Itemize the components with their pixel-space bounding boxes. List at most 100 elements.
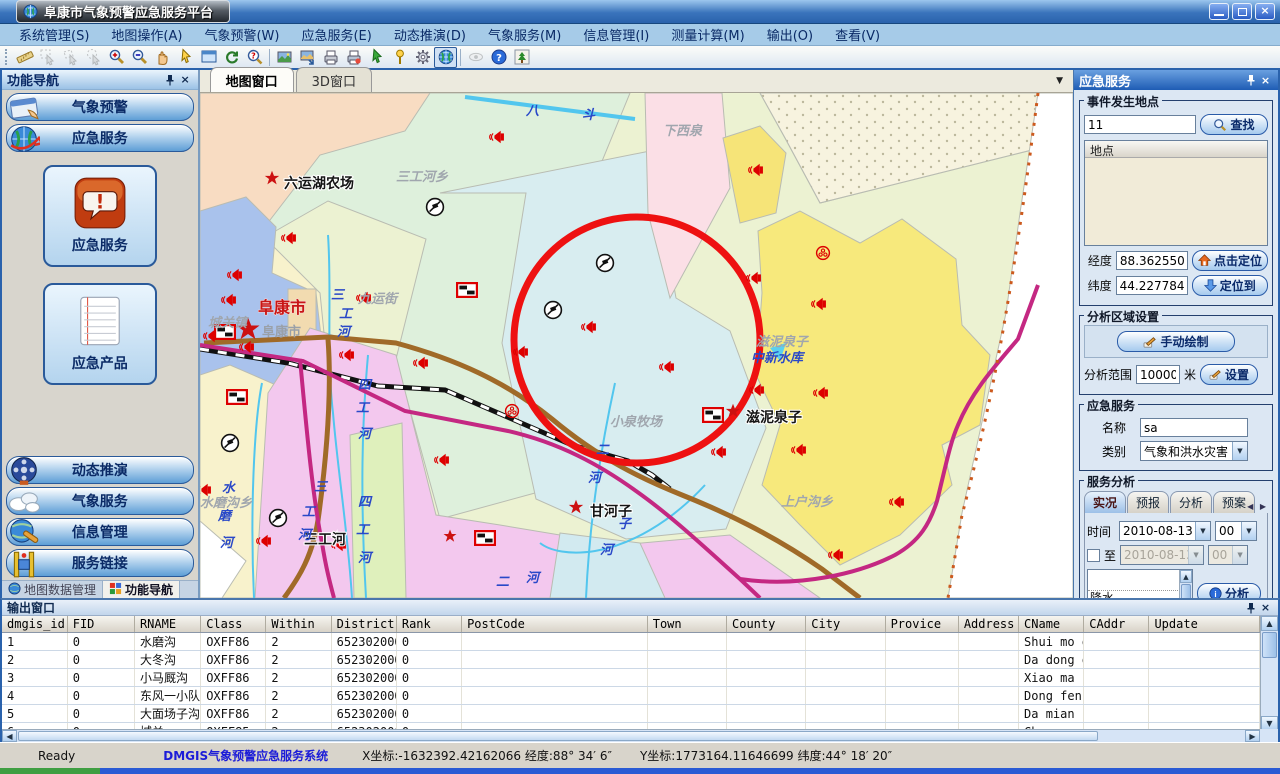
scroll-right-icon[interactable]: ▶ <box>1245 730 1260 742</box>
facility-icon[interactable] <box>544 302 561 319</box>
full-extent-icon[interactable] <box>197 47 220 68</box>
column-header-FID[interactable]: FID <box>67 616 134 633</box>
green-pointer-icon[interactable] <box>365 47 388 68</box>
menu-item-8[interactable]: 输出(O) <box>756 23 824 46</box>
table-vertical-scrollbar[interactable]: ▲ ▼ <box>1260 616 1278 731</box>
column-header-Within[interactable]: Within <box>266 616 331 633</box>
menu-item-7[interactable]: 测量计算(M) <box>660 23 755 46</box>
pin-icon[interactable] <box>1243 73 1258 87</box>
table-row[interactable]: 50大面场子沟OXFF8626523020000Da mian ... <box>2 705 1260 723</box>
dropdown-arrow-icon[interactable]: ▼ <box>1195 522 1210 540</box>
analysis-tab-1[interactable]: 预报 <box>1127 491 1169 513</box>
facility-icon[interactable] <box>596 255 613 272</box>
station-icon[interactable] <box>457 283 477 297</box>
menu-item-2[interactable]: 气象预警(W) <box>193 23 290 46</box>
column-header-District[interactable]: District <box>331 616 396 633</box>
facility-icon[interactable] <box>221 435 238 452</box>
close-icon[interactable]: × <box>1258 73 1273 87</box>
table-row[interactable]: 30小马厩沟OXFF8626523020000Xiao ma ... <box>2 669 1260 687</box>
analysis-tab-0[interactable]: 实况 <box>1084 491 1126 513</box>
dropdown-arrow-icon[interactable]: ▼ <box>1232 442 1247 460</box>
click-locate-button[interactable]: 点击定位 <box>1192 250 1268 271</box>
close-button[interactable]: × <box>1255 3 1275 20</box>
settings-gear-icon[interactable] <box>411 47 434 68</box>
nav-group-bottom-1[interactable]: 气象服务 <box>6 487 194 515</box>
pin-icon[interactable] <box>163 73 178 87</box>
tree-view-icon[interactable] <box>510 47 533 68</box>
column-header-RNAME[interactable]: RNAME <box>134 616 200 633</box>
table-row[interactable]: 40东风一小队OXFF8626523020000Dong fen... <box>2 687 1260 705</box>
column-header-Town[interactable]: Town <box>647 616 726 633</box>
service-name-input[interactable] <box>1140 418 1248 437</box>
ruler-icon[interactable] <box>13 47 36 68</box>
help-icon[interactable]: ? <box>487 47 510 68</box>
map-tab-0[interactable]: 地图窗口 <box>210 67 294 92</box>
column-header-Update[interactable]: Update <box>1149 616 1260 633</box>
manual-draw-button[interactable]: 手动绘制 <box>1117 331 1235 352</box>
locate-to-button[interactable]: 定位到 <box>1192 275 1268 296</box>
column-header-County[interactable]: County <box>727 616 806 633</box>
nav-group-bottom-0[interactable]: 动态推演 <box>6 456 194 484</box>
nav-group-1[interactable]: 应急服务 <box>6 124 194 152</box>
menu-item-3[interactable]: 应急服务(E) <box>290 23 382 46</box>
column-header-Class[interactable]: Class <box>201 616 266 633</box>
location-search-input[interactable] <box>1084 115 1196 134</box>
left-tab-0[interactable]: 地图数据管理 <box>2 581 103 598</box>
menu-item-0[interactable]: 系统管理(S) <box>8 23 100 46</box>
facility-icon[interactable] <box>426 199 443 216</box>
column-header-dmgis_id[interactable]: dmgis_id <box>2 616 67 633</box>
column-header-PostCode[interactable]: PostCode <box>462 616 648 633</box>
menu-item-5[interactable]: 气象服务(M) <box>477 23 572 46</box>
column-header-CAddr[interactable]: CAddr <box>1084 616 1149 633</box>
analyze-button[interactable]: i 分析 <box>1197 583 1261 598</box>
analysis-tab-2[interactable]: 分析 <box>1170 491 1212 513</box>
element-listbox[interactable]: 降水空气温度 ▲ <box>1087 569 1193 598</box>
table-row[interactable]: 20大冬沟OXFF8626523020000Da dong gou <box>2 651 1260 669</box>
menu-item-1[interactable]: 地图操作(A) <box>100 23 193 46</box>
menu-item-4[interactable]: 动态推演(D) <box>383 23 477 46</box>
range-input[interactable] <box>1136 365 1180 384</box>
to-checkbox[interactable] <box>1087 549 1100 562</box>
scroll-thumb[interactable] <box>18 731 1098 741</box>
scroll-left-icon[interactable]: ◀ <box>2 730 17 742</box>
close-icon[interactable]: × <box>1258 601 1273 615</box>
big-button-0[interactable]: !应急服务 <box>43 165 157 267</box>
table-row[interactable]: 10水磨沟OXFF8626523020000Shui mo gou <box>2 633 1260 651</box>
left-tab-1[interactable]: 功能导航 <box>103 581 180 598</box>
search-button[interactable]: 查找 <box>1200 114 1268 135</box>
map-canvas[interactable]: 六运湖农场滋泥泉子三工河甘河子阜康市阜康市三工河乡下西泉九运街城关镇滋泥泉子小泉… <box>200 93 1073 598</box>
table-horizontal-scrollbar[interactable]: ◀ ▶ <box>2 729 1260 742</box>
place-list[interactable]: 地点 <box>1084 140 1268 246</box>
element-item-0[interactable]: 降水 <box>1088 591 1178 598</box>
map-tab-dropdown-icon[interactable]: ▼ <box>1056 76 1063 86</box>
dropdown-arrow-icon[interactable]: ▼ <box>1241 522 1256 540</box>
globe-3d-icon[interactable] <box>434 47 457 68</box>
minimize-button[interactable] <box>1209 3 1229 20</box>
toolbar-grip[interactable] <box>5 49 9 65</box>
hour-dropdown[interactable]: 00 ▼ <box>1215 521 1257 541</box>
date-dropdown[interactable]: 2010-08-13 ▼ <box>1119 521 1211 541</box>
big-button-1[interactable]: 应急产品 <box>43 283 157 385</box>
column-header-Address[interactable]: Address <box>958 616 1018 633</box>
map-export-icon[interactable] <box>296 47 319 68</box>
menu-item-9[interactable]: 查看(V) <box>824 23 891 46</box>
station-icon[interactable] <box>475 531 495 545</box>
eye-view-icon[interactable] <box>464 47 487 68</box>
select-poly-icon[interactable] <box>59 47 82 68</box>
listbox-scrollbar[interactable]: ▲ <box>1179 570 1192 598</box>
column-header-Provice[interactable]: Provice <box>885 616 958 633</box>
close-icon[interactable]: × <box>178 73 193 87</box>
nav-group-bottom-3[interactable]: 服务链接 <box>6 549 194 577</box>
station-icon[interactable] <box>703 408 723 422</box>
print-preview-icon[interactable] <box>342 47 365 68</box>
nav-group-0[interactable]: 气象预警 <box>6 93 194 121</box>
pin-icon[interactable] <box>1243 601 1258 615</box>
zoom-out-icon[interactable] <box>128 47 151 68</box>
column-header-CName[interactable]: CName <box>1019 616 1084 633</box>
restore-button[interactable] <box>1232 3 1252 20</box>
image-layers-icon[interactable] <box>273 47 296 68</box>
longitude-input[interactable] <box>1116 251 1188 270</box>
service-type-dropdown[interactable]: 气象和洪水灾害 ▼ <box>1140 441 1248 461</box>
select-area-icon[interactable] <box>36 47 59 68</box>
tab-scroll-icons[interactable]: ◀ ▶ <box>1247 502 1268 511</box>
